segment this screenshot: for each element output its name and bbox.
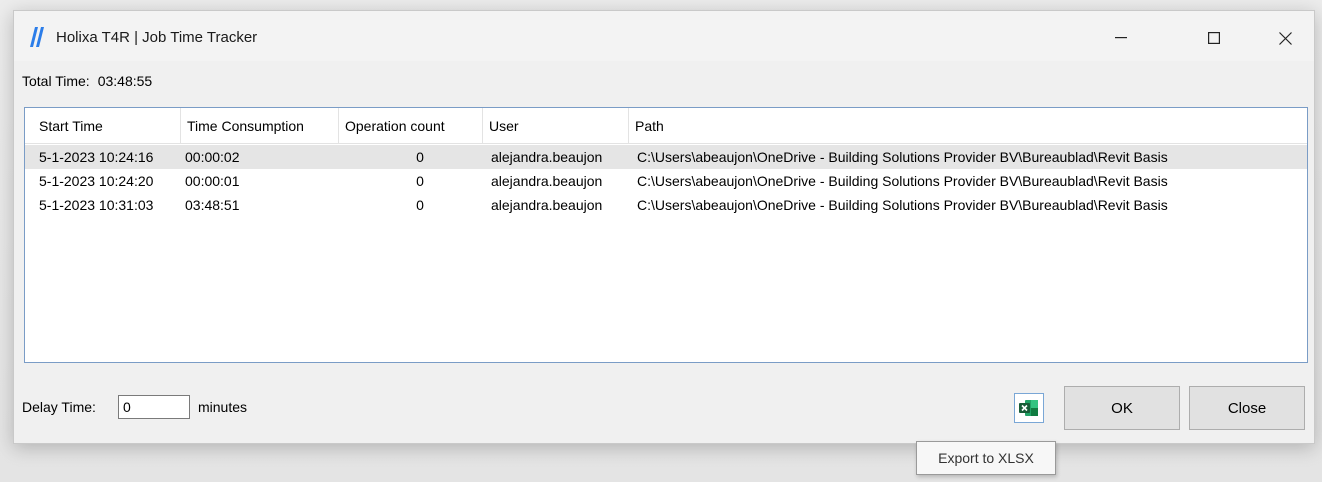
job-time-tracker-window: Holixa T4R | Job Time Tracker Total Time… xyxy=(13,10,1315,444)
total-time: Total Time: 03:48:55 xyxy=(22,73,152,89)
close-window-button[interactable] xyxy=(1262,21,1308,55)
maximize-icon xyxy=(1208,32,1220,44)
cell-user: alejandra.beaujon xyxy=(491,173,603,189)
minimize-button[interactable] xyxy=(1098,21,1144,55)
window-title: Holixa T4R | Job Time Tracker xyxy=(56,29,258,46)
table-row[interactable]: 5-1-2023 10:24:20 00:00:01 0 alejandra.b… xyxy=(25,169,1307,193)
row-header-corner xyxy=(25,108,33,143)
close-button[interactable]: Close xyxy=(1189,386,1305,430)
cell-path: C:\Users\abeaujon\OneDrive - Building So… xyxy=(637,173,1168,189)
row-header[interactable] xyxy=(25,145,33,169)
minimize-icon xyxy=(1115,37,1127,39)
cell-user: alejandra.beaujon xyxy=(491,149,603,165)
delay-time-input[interactable] xyxy=(118,395,190,419)
row-header[interactable] xyxy=(25,193,33,217)
total-time-label: Total Time: xyxy=(22,73,90,89)
minutes-label: minutes xyxy=(198,399,248,415)
column-header-start-time[interactable]: Start Time xyxy=(33,108,181,143)
export-xlsx-button[interactable] xyxy=(1014,393,1044,423)
cell-start-time: 5-1-2023 10:24:20 xyxy=(39,173,154,189)
ok-button[interactable]: OK xyxy=(1064,386,1180,430)
cell-operation-count: 0 xyxy=(416,149,424,165)
cell-user: alejandra.beaujon xyxy=(491,197,603,213)
column-header-time-consumption[interactable]: Time Consumption xyxy=(181,108,339,143)
job-time-grid[interactable]: Start Time Time Consumption Operation co… xyxy=(24,107,1308,363)
export-tooltip: Export to XLSX xyxy=(916,441,1056,475)
cell-operation-count: 0 xyxy=(416,197,424,213)
row-header[interactable] xyxy=(25,169,33,193)
cell-path: C:\Users\abeaujon\OneDrive - Building So… xyxy=(637,197,1168,213)
column-header-path[interactable]: Path xyxy=(629,108,1307,143)
total-time-value: 03:48:55 xyxy=(97,73,153,89)
table-row[interactable]: 5-1-2023 10:31:03 03:48:51 0 alejandra.b… xyxy=(25,193,1307,217)
table-row[interactable]: 5-1-2023 10:24:16 00:00:02 0 alejandra.b… xyxy=(25,145,1307,169)
cell-operation-count: 0 xyxy=(416,173,424,189)
column-header-operation-count[interactable]: Operation count xyxy=(339,108,483,143)
cell-time-consumption: 03:48:51 xyxy=(185,197,240,213)
excel-icon xyxy=(1019,400,1038,416)
cell-time-consumption: 00:00:01 xyxy=(185,173,240,189)
maximize-button[interactable] xyxy=(1191,21,1237,55)
close-icon xyxy=(1278,31,1292,45)
holixa-logo-icon xyxy=(30,27,44,47)
cell-start-time: 5-1-2023 10:24:16 xyxy=(39,149,154,165)
delay-time-label: Delay Time: xyxy=(22,399,96,415)
cell-time-consumption: 00:00:02 xyxy=(185,149,240,165)
column-header-user[interactable]: User xyxy=(483,108,629,143)
grid-header: Start Time Time Consumption Operation co… xyxy=(25,108,1307,144)
cell-start-time: 5-1-2023 10:31:03 xyxy=(39,197,154,213)
cell-path: C:\Users\abeaujon\OneDrive - Building So… xyxy=(637,149,1168,165)
title-bar[interactable]: Holixa T4R | Job Time Tracker xyxy=(14,11,1314,61)
footer-bar: Delay Time: minutes OK Close xyxy=(14,371,1314,443)
